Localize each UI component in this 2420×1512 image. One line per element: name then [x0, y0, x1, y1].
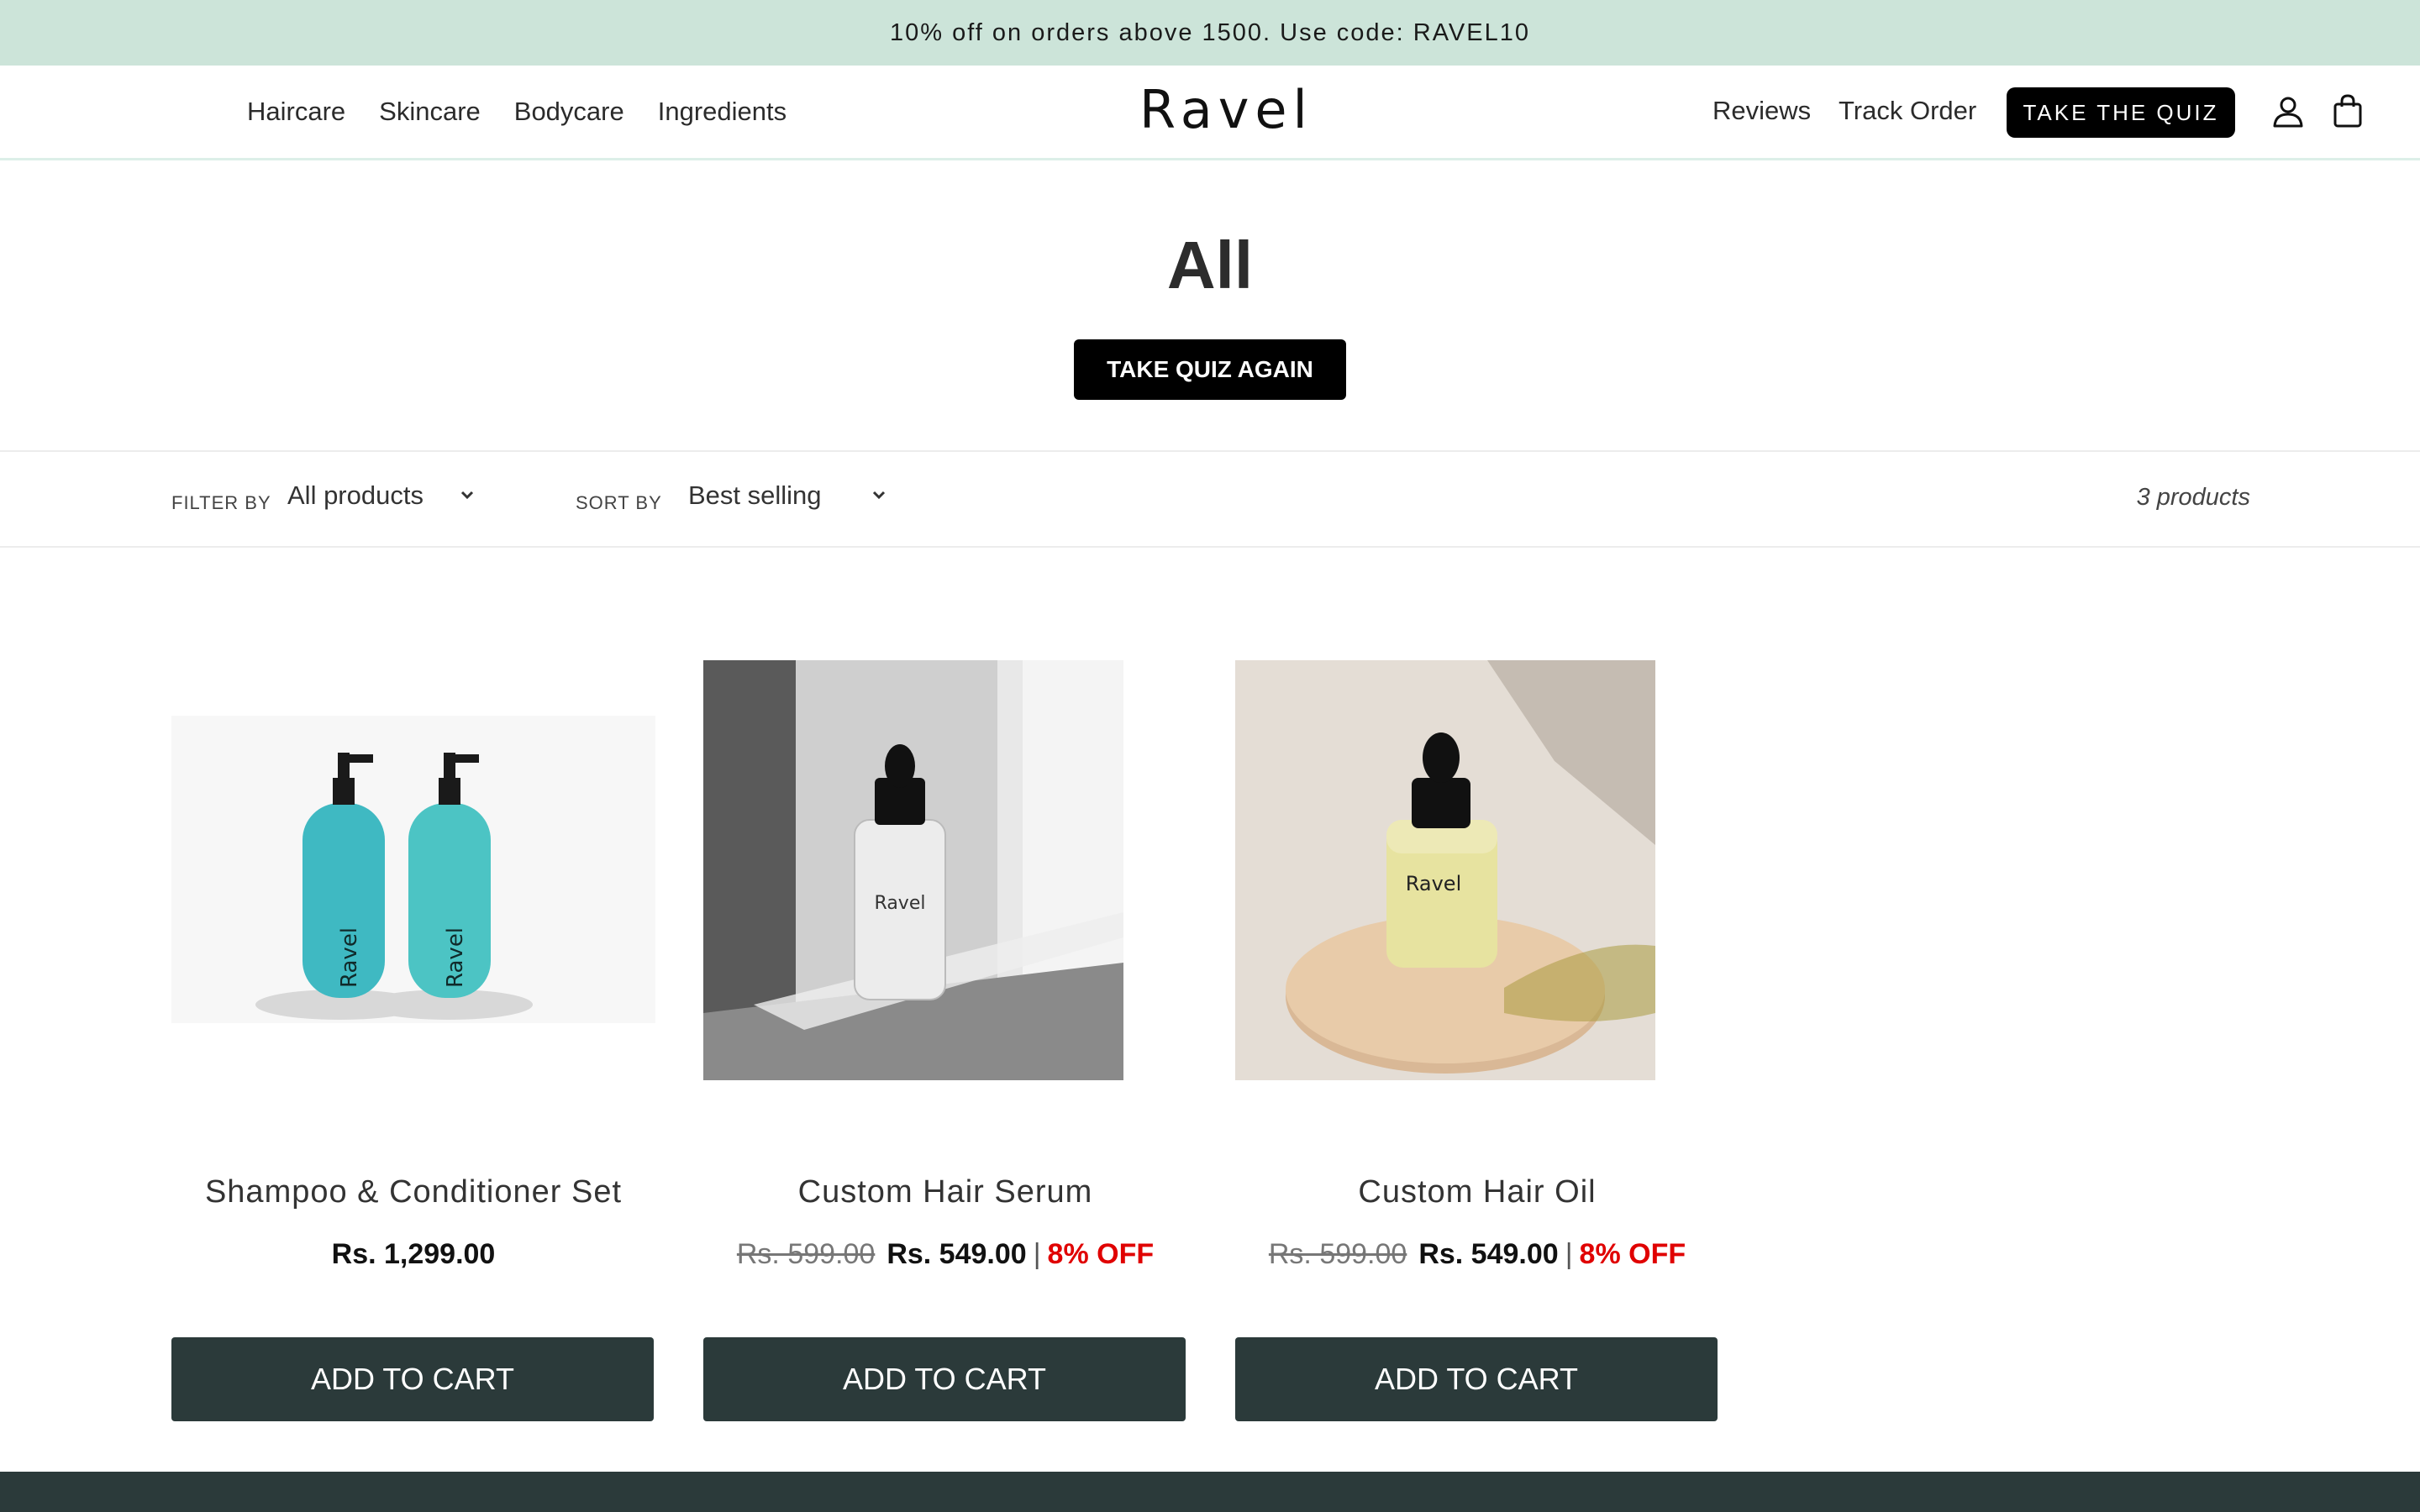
bag-icon[interactable] — [2333, 94, 2363, 128]
nav-skincare[interactable]: Skincare — [379, 97, 481, 127]
add-to-cart-button[interactable]: ADD TO CART — [1235, 1337, 1718, 1421]
product-price: Rs. 599.00 Rs. 549.00 | 8% OFF — [736, 1238, 1155, 1270]
site-header: Haircare Skincare Bodycare Ingredients R… — [0, 66, 2420, 160]
filter-label: FILTER BY — [171, 492, 271, 513]
take-quiz-again-button[interactable]: TAKE QUIZ AGAIN — [1074, 339, 1346, 400]
filter-bar: FILTER BY All products SORT BY Best sell… — [0, 450, 2420, 548]
sort-label: SORT BY — [576, 492, 662, 513]
sort-select[interactable]: Best selling — [688, 480, 887, 511]
bottle-label: Ravel — [337, 927, 362, 988]
sort-value: Best selling — [688, 480, 822, 510]
compare-price: Rs. 599.00 — [1268, 1238, 1407, 1270]
compare-price: Rs. 599.00 — [736, 1238, 876, 1270]
filter-select[interactable]: All products — [287, 480, 479, 511]
secondary-nav: Reviews Track Order TAKE THE QUIZ — [1580, 66, 2420, 158]
primary-nav: Haircare Skincare Bodycare Ingredients — [247, 66, 786, 158]
bottle-label: Ravel — [443, 927, 468, 988]
filter-value: All products — [287, 480, 424, 510]
site-logo[interactable]: Ravel — [1139, 79, 1313, 140]
chevron-down-icon — [872, 491, 885, 500]
bottle-label: Ravel — [875, 893, 926, 914]
product-name[interactable]: Custom Hair Serum — [703, 1174, 1187, 1210]
product-image-shampoo-set[interactable]: Ravel Ravel — [171, 660, 655, 1080]
nav-bodycare[interactable]: Bodycare — [514, 97, 624, 127]
announcement-bar: 10% off on orders above 1500. Use code: … — [0, 0, 2420, 66]
sale-price: Rs. 549.00 — [886, 1238, 1027, 1270]
user-icon[interactable] — [2272, 96, 2304, 128]
announcement-text: 10% off on orders above 1500. Use code: … — [890, 18, 1530, 46]
product-name[interactable]: Custom Hair Oil — [1235, 1174, 1719, 1210]
nav-track-order[interactable]: Track Order — [1839, 96, 1976, 126]
nav-haircare[interactable]: Haircare — [247, 97, 345, 127]
product-image-hair-oil[interactable]: Ravel — [1235, 660, 1719, 1080]
nav-ingredients[interactable]: Ingredients — [658, 97, 786, 127]
take-quiz-button[interactable]: TAKE THE QUIZ — [2007, 87, 2235, 138]
chevron-down-icon — [460, 491, 474, 500]
product-name[interactable]: Shampoo & Conditioner Set — [171, 1174, 655, 1210]
discount-badge: 8% OFF — [1579, 1238, 1686, 1270]
discount-badge: 8% OFF — [1047, 1238, 1155, 1270]
product-price: Rs. 1,299.00 — [171, 1238, 655, 1271]
nav-reviews[interactable]: Reviews — [1712, 96, 1811, 126]
sale-price: Rs. 549.00 — [1418, 1238, 1559, 1270]
page-title: All — [1166, 228, 1254, 302]
product-price: Rs. 599.00 Rs. 549.00 | 8% OFF — [1268, 1238, 1686, 1270]
add-to-cart-button[interactable]: ADD TO CART — [171, 1337, 654, 1421]
sale-price: Rs. 1,299.00 — [331, 1238, 496, 1270]
product-image-hair-serum[interactable]: Ravel — [703, 660, 1187, 1080]
product-count: 3 products — [2136, 484, 2250, 511]
add-to-cart-button[interactable]: ADD TO CART — [703, 1337, 1186, 1421]
site-footer — [0, 1472, 2420, 1512]
bottle-label: Ravel — [1406, 872, 1462, 895]
